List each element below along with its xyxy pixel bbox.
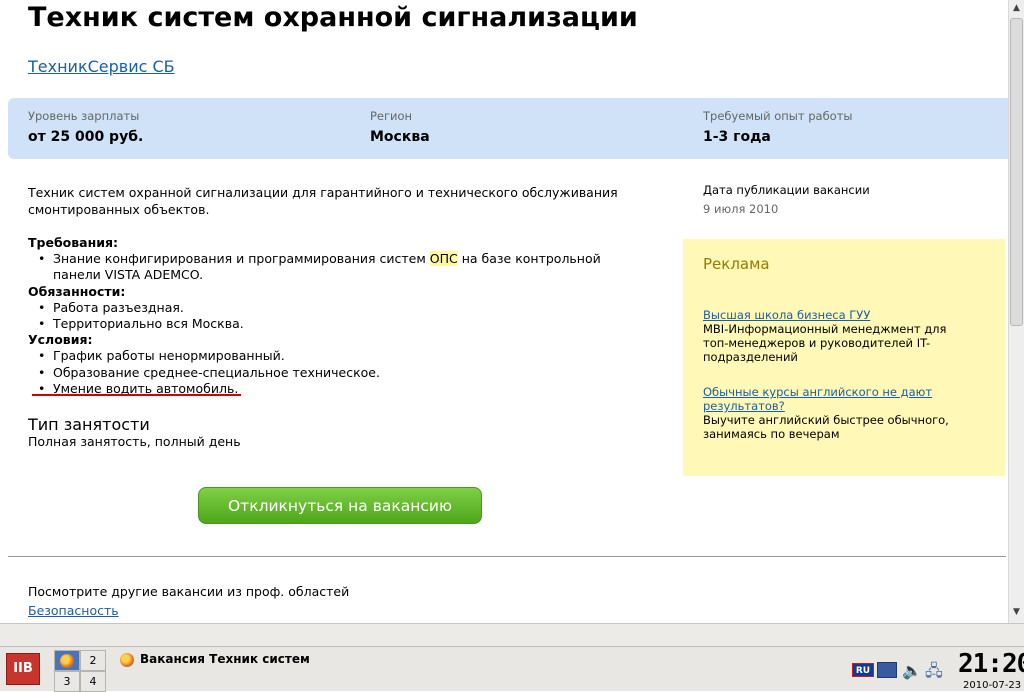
employment-type-text: Полная занятость, полный день (28, 434, 241, 449)
ad-title: Реклама (703, 255, 770, 273)
firefox-icon (60, 654, 74, 668)
conditions-heading: Условия: (28, 332, 93, 348)
clock[interactable]: 21:20 (958, 649, 1024, 679)
salary-block: Уровень зарплаты от 25 000 руб. (28, 109, 143, 145)
volume-icon[interactable]: 🔈 (902, 661, 922, 680)
vertical-scrollbar[interactable]: ▲ ▼ (1008, 0, 1024, 623)
job-title: Техник систем охранной сигнализации (28, 2, 638, 33)
taskbar-window-title: Вакансия Техник систем о (140, 652, 314, 666)
requirement-text: Знание конфигирирования и программирован… (53, 251, 628, 283)
browser-viewport: Техник систем охранной сигнализации Техн… (0, 0, 1008, 623)
publication-date: 9 июля 2010 (703, 202, 779, 216)
ad-link[interactable]: Высшая школа бизнеса ГУУ (703, 308, 973, 322)
list-item: • График работы ненормированный. (28, 348, 628, 364)
browser-status-bar (0, 623, 1024, 646)
employment-type-title: Тип занятости (28, 415, 150, 434)
workspace-3[interactable]: 3 (54, 671, 80, 692)
tray-app-icon[interactable] (877, 662, 897, 678)
experience-block: Требуемый опыт работы 1-3 года (703, 109, 853, 145)
region-value: Москва (370, 129, 430, 145)
firefox-icon (120, 652, 134, 667)
category-link-security[interactable]: Безопасность (28, 603, 119, 618)
list-item: • Работа разъездная. (28, 300, 628, 316)
workspace-4[interactable]: 4 (80, 671, 106, 692)
ad-link[interactable]: Обычные курсы английского не дают резуль… (703, 385, 973, 413)
bullet-icon: • (38, 348, 46, 364)
network-icon[interactable]: 🖧 (925, 660, 945, 680)
salary-value: от 25 000 руб. (28, 129, 144, 145)
bullet-icon: • (38, 364, 46, 380)
list-item: • Знание конфигирирования и программиров… (28, 251, 628, 283)
job-details: Требования: • Знание конфигирирования и … (28, 235, 628, 397)
workspace-2[interactable]: 2 (80, 650, 106, 671)
salary-label: Уровень зарплаты (28, 109, 140, 123)
scroll-down-icon[interactable]: ▼ (1009, 604, 1024, 620)
scrollbar-thumb[interactable] (1010, 18, 1023, 326)
ad-text: Выучите английский быстрее обычного, зан… (703, 413, 949, 441)
condition-text: График работы ненормированный. (53, 348, 285, 364)
job-description: Техник систем охранной сигнализации для … (28, 185, 618, 217)
red-annotation-underline (32, 394, 241, 396)
job-info-bar: Уровень зарплаты от 25 000 руб. Регион М… (8, 98, 1008, 159)
date: 2010-07-23 (963, 680, 1022, 691)
ad-box: Реклама Высшая школа бизнеса ГУУ MBI-Инф… (683, 239, 1005, 476)
ad-text: MBI-Информационный менеджмент для топ-ме… (703, 322, 947, 364)
highlighted-term: ОПС (429, 251, 458, 267)
taskbar: IIB 2 3 4 Вакансия Техник систем о RU 🔈 … (0, 646, 1024, 692)
ad-item: Высшая школа бизнеса ГУУ MBI-Информацион… (703, 308, 973, 364)
duty-text: Территориально вся Москва. (53, 316, 244, 332)
publication-label: Дата публикации вакансии (703, 183, 870, 197)
bullet-icon: • (38, 299, 46, 315)
requirement-text-part: Знание конфигирирования и программирован… (53, 251, 430, 267)
other-vacancies-text: Посмотрите другие вакансии из проф. обла… (28, 584, 350, 599)
duty-text: Работа разъездная. (53, 299, 184, 315)
start-menu-logo-icon[interactable]: IIB (6, 653, 40, 685)
duties-heading: Обязанности: (28, 283, 126, 299)
workspace-1[interactable] (54, 650, 80, 671)
ad-item: Обычные курсы английского не дают резуль… (703, 385, 973, 441)
requirements-heading: Требования: (28, 235, 119, 250)
bullet-icon: • (38, 251, 46, 267)
keyboard-layout-indicator[interactable]: RU (852, 663, 874, 677)
taskbar-window-button[interactable]: Вакансия Техник систем о (114, 652, 314, 670)
list-item: • Территориально вся Москва. (28, 316, 628, 332)
region-block: Регион Москва (370, 109, 430, 145)
apply-button[interactable]: Откликнуться на вакансию (198, 487, 482, 524)
scroll-up-icon[interactable]: ▲ (1009, 0, 1024, 16)
list-item: • Образование среднее-специальное техниче… (28, 365, 628, 381)
region-label: Регион (370, 109, 413, 123)
company-link[interactable]: ТехникСервис СБ (28, 57, 175, 76)
bullet-icon: • (38, 316, 46, 332)
divider (8, 556, 1006, 557)
condition-text: Образование среднее-специальное техничес… (53, 364, 380, 380)
experience-label: Требуемый опыт работы (703, 109, 853, 123)
experience-value: 1-3 года (703, 129, 771, 145)
